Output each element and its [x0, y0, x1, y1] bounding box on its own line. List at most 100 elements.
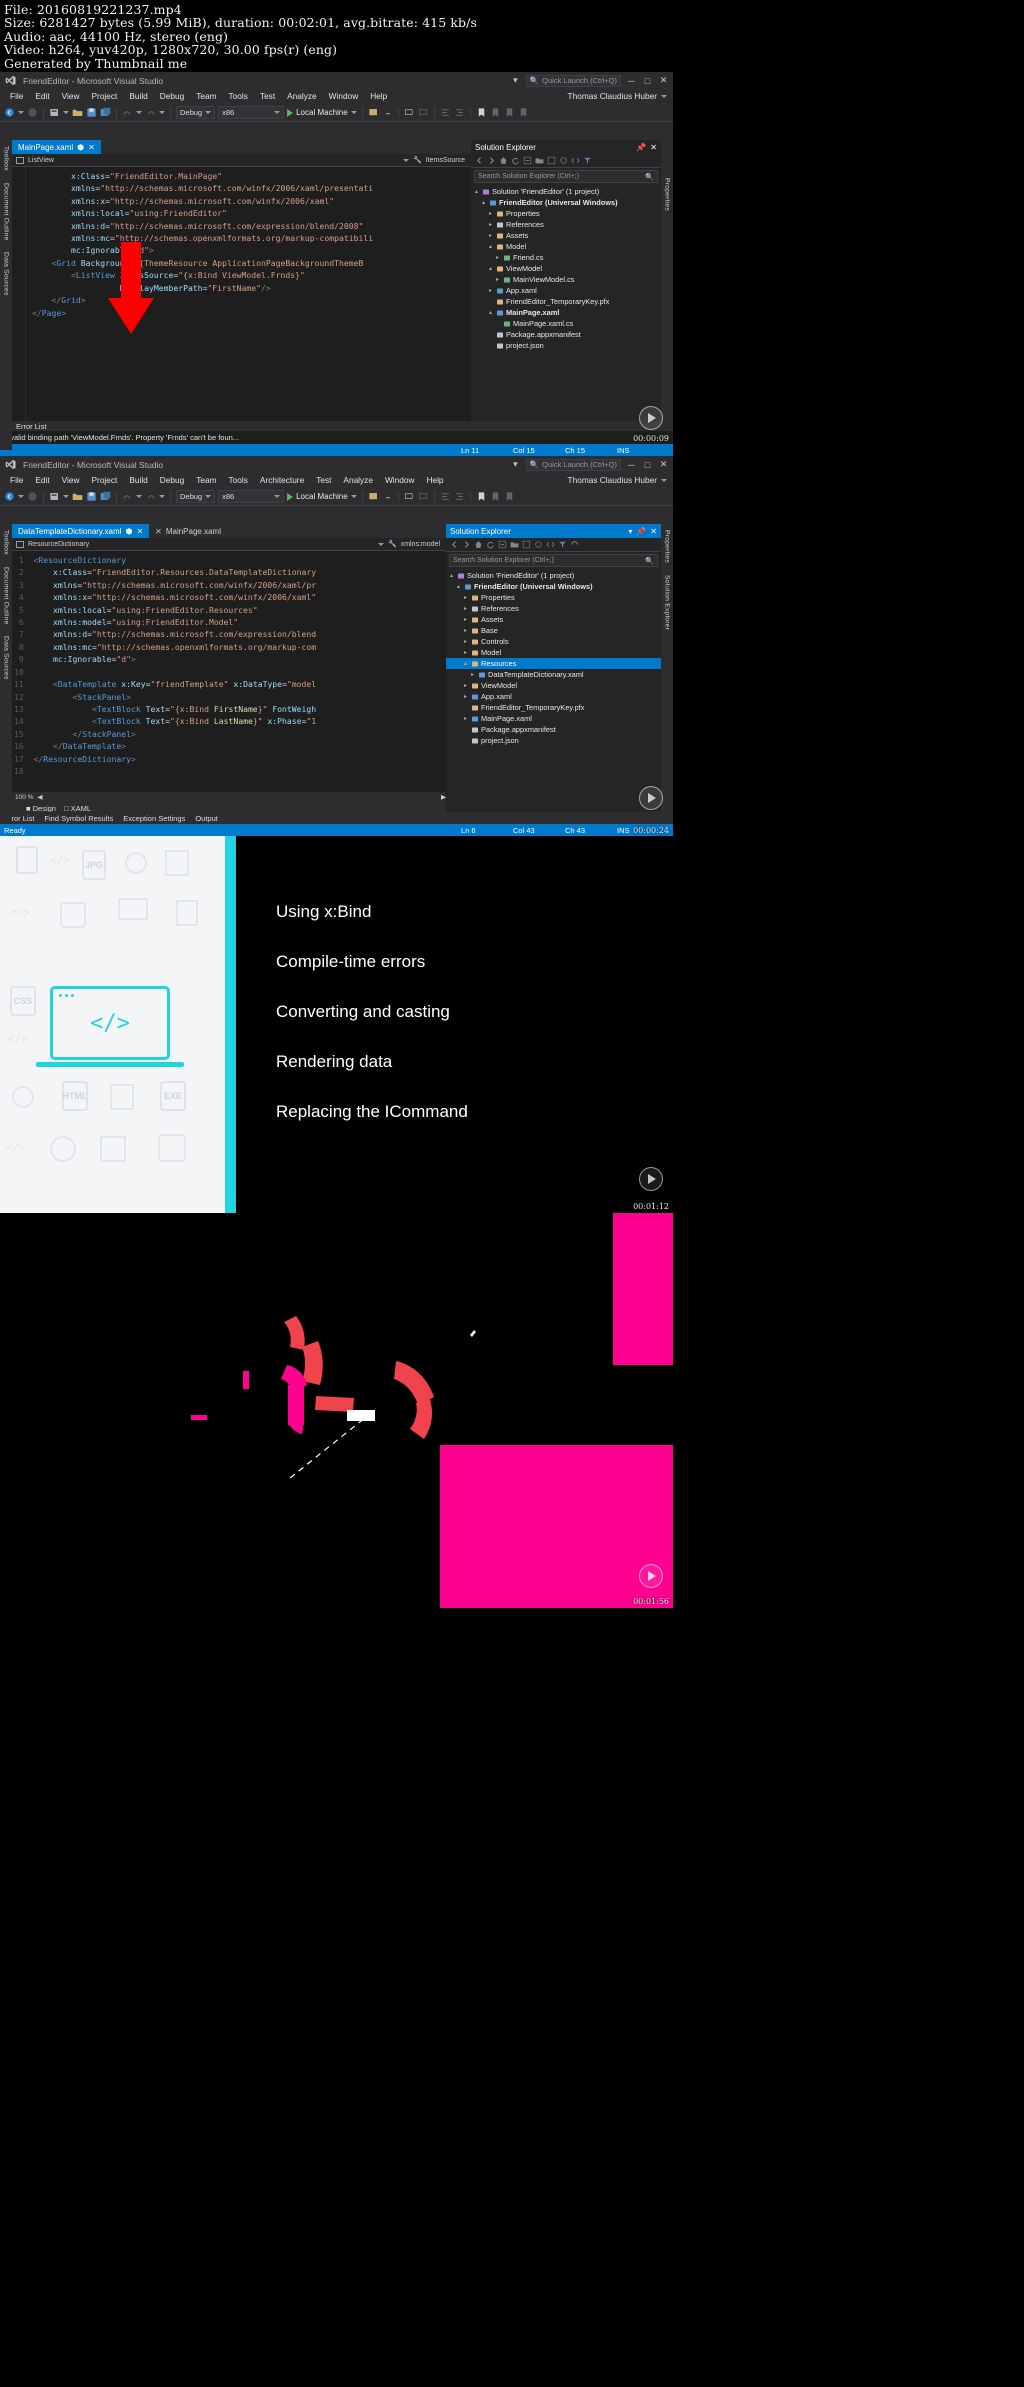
menu-item-build[interactable]: Build: [123, 473, 153, 488]
close-icon[interactable]: ✕: [88, 143, 95, 152]
maximize-button[interactable]: □: [642, 76, 653, 86]
properties-tab[interactable]: Properties: [664, 530, 671, 563]
redo-icon[interactable]: [145, 491, 156, 502]
expander-icon[interactable]: ▴: [462, 660, 469, 667]
chevron-down-icon[interactable]: [136, 111, 142, 115]
tree-item[interactable]: FriendEditor_TemporaryKey.pfx: [471, 296, 661, 307]
tree-item[interactable]: ▴ Model: [471, 241, 661, 252]
video-frame-2[interactable]: FriendEditor - Microsoft Visual Studio ▾…: [0, 456, 673, 837]
close-icon[interactable]: ✕: [650, 527, 657, 536]
quick-launch-input[interactable]: 🔍 Quick Launch (Ctrl+Q): [525, 458, 621, 471]
home-icon[interactable]: [474, 540, 483, 549]
tab-mainpage-xaml[interactable]: MainPage.xaml ⬢ ✕: [12, 140, 101, 155]
new-project-icon[interactable]: [49, 491, 60, 502]
properties-tab[interactable]: Properties: [664, 178, 671, 211]
menu-item-file[interactable]: File: [4, 473, 29, 488]
search-icon[interactable]: 🔍: [645, 173, 654, 181]
expander-icon[interactable]: ▸: [487, 287, 494, 294]
menu-item-help[interactable]: Help: [420, 473, 449, 488]
tree-item[interactable]: MainPage.xaml.cs: [471, 318, 661, 329]
bookmark-icon[interactable]: [476, 491, 487, 502]
collapse-all-icon[interactable]: [523, 156, 532, 165]
undo-icon[interactable]: [122, 491, 133, 502]
solution-explorer-toolbar[interactable]: [446, 538, 661, 553]
tree-item[interactable]: ▸ Properties: [471, 208, 661, 219]
account-name[interactable]: Thomas Claudius Huber: [568, 89, 667, 104]
expander-icon[interactable]: ▴: [487, 309, 494, 316]
solution-search-input[interactable]: Search Solution Explorer (Ctrl+;) 🔍: [474, 170, 658, 184]
quick-launch-input[interactable]: 🔍 Quick Launch (Ctrl+Q): [525, 74, 621, 87]
solution-platform-select[interactable]: x86: [218, 106, 285, 120]
expander-icon[interactable]: ▸: [462, 616, 469, 623]
back-icon[interactable]: [450, 540, 459, 549]
preview-icon[interactable]: [559, 156, 568, 165]
pin-icon[interactable]: ⬢: [125, 527, 132, 536]
menu-item-help[interactable]: Help: [364, 89, 393, 104]
tree-item[interactable]: Package.appxmanifest: [471, 329, 661, 340]
tree-item[interactable]: ▴ Solution 'FriendEditor' (1 project): [471, 186, 661, 197]
menu-item-window[interactable]: Window: [323, 89, 365, 104]
expander-icon[interactable]: ▸: [462, 693, 469, 700]
chevron-down-icon[interactable]: [159, 111, 165, 115]
properties-icon[interactable]: [522, 540, 531, 549]
editor-tabstrip[interactable]: MainPage.xaml ⬢ ✕: [12, 140, 471, 155]
open-file-icon[interactable]: [72, 491, 83, 502]
close-icon[interactable]: ✕: [155, 527, 162, 536]
xaml-code-editor[interactable]: 1 <ResourceDictionary 2 x:Class="FriendE…: [12, 551, 446, 793]
menu-item-project[interactable]: Project: [86, 89, 124, 104]
tree-item[interactable]: ▴ Resources: [446, 658, 661, 670]
chevron-down-icon[interactable]: [159, 495, 165, 499]
save-all-icon[interactable]: [100, 107, 111, 118]
chevron-down-icon[interactable]: [63, 495, 69, 499]
save-icon[interactable]: [86, 491, 97, 502]
titlebar-controls[interactable]: ▾ 🔍 Quick Launch (Ctrl+Q) ─ □ ✕: [510, 456, 669, 473]
tree-item[interactable]: ▸ DataTemplateDictionary.xaml: [446, 669, 661, 680]
tab-find-symbol-results[interactable]: Find Symbol Results: [44, 814, 113, 823]
video-frame-1[interactable]: FriendEditor - Microsoft Visual Studio ▾…: [0, 72, 673, 457]
chevron-down-icon[interactable]: ▾: [628, 527, 632, 536]
menu-item-tools[interactable]: Tools: [223, 89, 254, 104]
forward-icon[interactable]: [487, 156, 496, 165]
data-sources-tab[interactable]: Data Sources: [3, 636, 10, 680]
close-icon[interactable]: ✕: [650, 143, 657, 152]
menu-item-view[interactable]: View: [56, 473, 86, 488]
document-outline-tab[interactable]: Document Outline: [3, 183, 10, 241]
expander-icon[interactable]: ▴: [487, 265, 494, 272]
tree-item[interactable]: ▸ Model: [446, 647, 661, 658]
solution-explorer-tab[interactable]: Solution Explorer: [664, 575, 671, 630]
editor-tabstrip[interactable]: DataTemplateDictionary.xaml ⬢ ✕ ✕ MainPa…: [12, 524, 446, 539]
menu-item-debug[interactable]: Debug: [154, 89, 190, 104]
menu-item-test[interactable]: Test: [310, 473, 337, 488]
expander-icon[interactable]: ▴: [487, 243, 494, 250]
expander-icon[interactable]: ▸: [494, 254, 501, 261]
minimize-button[interactable]: ─: [626, 76, 637, 86]
properties-icon[interactable]: [547, 156, 556, 165]
minimize-button[interactable]: ─: [626, 460, 637, 470]
collapse-all-icon[interactable]: [498, 540, 507, 549]
editor-navigation-bar[interactable]: ResourceDictionary 🔧 xmlns:model: [12, 538, 446, 552]
xaml-code-editor[interactable]: x:Class="FriendEditor.MainPage" xmlns="h…: [12, 167, 471, 435]
start-debug-button[interactable]: Local Machine: [287, 108, 357, 117]
tree-item[interactable]: ▸ References: [446, 603, 661, 614]
tree-item[interactable]: ▴ FriendEditor (Universal Windows): [471, 197, 661, 208]
titlebar-controls[interactable]: ▾ 🔍 Quick Launch (Ctrl+Q) ─ □ ✕: [510, 72, 669, 89]
right-dock-strip[interactable]: Properties Solution Explorer: [661, 524, 673, 725]
menu-item-edit[interactable]: Edit: [29, 473, 55, 488]
tree-item[interactable]: ▸ Friend.cs: [471, 252, 661, 263]
menu-item-architecture[interactable]: Architecture: [254, 473, 310, 488]
expander-icon[interactable]: ▴: [448, 572, 455, 579]
solution-tree[interactable]: ▴ Solution 'FriendEditor' (1 project) ▴ Fri…: [471, 185, 661, 351]
menu-item-edit[interactable]: Edit: [29, 89, 55, 104]
back-icon[interactable]: [475, 156, 484, 165]
solution-configuration-select[interactable]: Debug: [176, 490, 216, 504]
solution-explorer-panel[interactable]: Solution Explorer ▾ 📌 ✕ Search Solution …: [446, 524, 661, 815]
expander-icon[interactable]: ▸: [487, 232, 494, 239]
tree-item[interactable]: project.json: [446, 735, 661, 746]
right-dock-strip[interactable]: Properties: [661, 172, 673, 293]
chevron-down-icon[interactable]: [377, 542, 384, 546]
live-visual-tree-icon[interactable]: [368, 107, 379, 118]
left-dock-strip[interactable]: Toolbox Document Outline Data Sources: [0, 140, 12, 451]
chevron-down-icon[interactable]: [18, 111, 24, 115]
expander-icon[interactable]: ▸: [462, 638, 469, 645]
filter-icon[interactable]: [583, 156, 592, 165]
